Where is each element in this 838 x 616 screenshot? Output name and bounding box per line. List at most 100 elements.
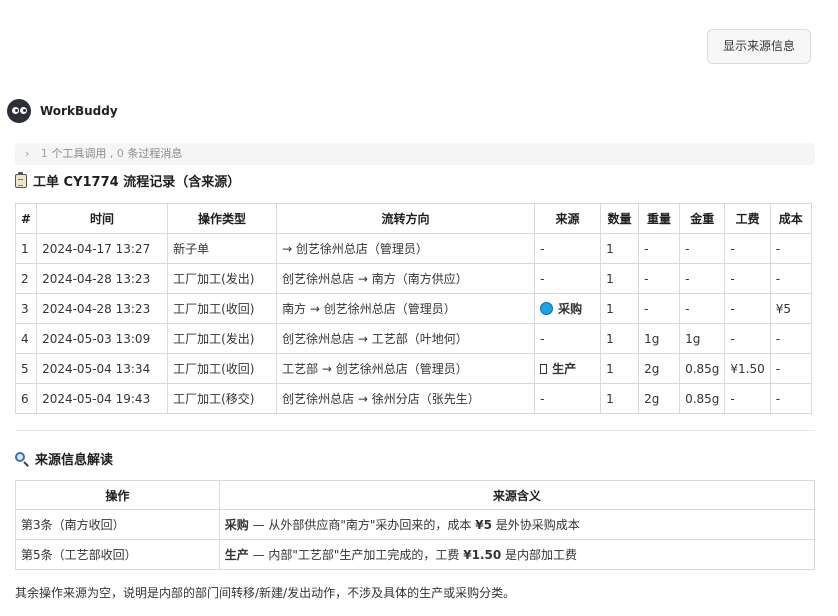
cell-time: 2024-04-28 13:23 (36, 263, 169, 294)
meaning-text-end: 是外协采购成本 (491, 518, 580, 532)
meaning-text: — 内部"工艺部"生产加工完成的，工费 (248, 548, 464, 562)
cell-direction: → 创艺徐州总店（管理员） (276, 233, 536, 264)
cell-time: 2024-05-04 19:43 (36, 383, 169, 414)
col-header-gold-weight: 金重 (679, 203, 726, 234)
cell-labor: - (724, 263, 771, 294)
cell-cost: - (769, 383, 812, 414)
cell-source: 采购 (534, 293, 602, 324)
cell-labor: - (724, 233, 771, 264)
section2-heading: 来源信息解读 (15, 449, 113, 468)
col-header-source: 来源 (534, 203, 602, 234)
table-row: 第3条（南方收回） 采购 — 从外部供应商"南方"采办回来的，成本 ¥5 是外协… (15, 509, 816, 540)
cell-weight: - (638, 263, 681, 294)
table-row: 5 2024-05-04 13:34 工厂加工(收回) 工艺部 → 创艺徐州总店… (14, 353, 812, 384)
col-header-direction: 流转方向 (276, 203, 536, 234)
cell-weight: - (638, 293, 681, 324)
cell-index: 6 (14, 383, 38, 414)
section2-title: 来源信息解读 (35, 453, 114, 468)
table-row: 1 2024-04-17 13:27 新子单 → 创艺徐州总店（管理员） - 1… (14, 233, 812, 264)
cell-index: 5 (14, 353, 38, 384)
cell-qty: 1 (600, 323, 640, 354)
table-header-row: # 时间 操作类型 流转方向 来源 数量 重量 金重 工费 成本 (14, 203, 812, 234)
footer-note: 其余操作来源为空，说明是内部的部门间转移/新建/发出动作，不涉及具体的生产或采购… (15, 586, 516, 600)
cell-direction: 工艺部 → 创艺徐州总店（管理员） (276, 353, 536, 384)
cell-cost: - (769, 323, 812, 354)
tool-count: 1 (40, 147, 48, 160)
col-header-index: # (14, 203, 38, 234)
cell-time: 2024-05-03 13:09 (36, 323, 169, 354)
col-header-op-type: 操作类型 (167, 203, 278, 234)
cell-qty: 1 (600, 383, 640, 414)
cell-cost: - (769, 263, 812, 294)
cell-gold-weight: - (679, 293, 726, 324)
col-header-weight: 重量 (638, 203, 681, 234)
cell-labor: - (724, 383, 771, 414)
table-row: 2 2024-04-28 13:23 工厂加工(发出) 创艺徐州总店 → 南方（… (14, 263, 812, 294)
chevron-right-icon: › (25, 147, 30, 160)
cell-time: 2024-05-04 13:34 (36, 353, 169, 384)
cell-qty: 1 (600, 293, 640, 324)
cell-weight: 2g (638, 383, 681, 414)
cell-gold-weight: - (679, 233, 726, 264)
cell-time: 2024-04-28 13:23 (36, 293, 169, 324)
cell-meaning: 生产 — 内部"工艺部"生产加工完成的，工费 ¥1.50 是内部加工费 (218, 539, 816, 570)
blue-circle-icon (540, 302, 554, 315)
col-header-time: 时间 (36, 203, 169, 234)
cell-op-type: 工厂加工(发出) (167, 323, 278, 354)
cell-index: 4 (14, 323, 38, 354)
col-header-meaning: 来源含义 (218, 480, 816, 510)
cell-direction: 南方 → 创艺徐州总店（管理员） (276, 293, 536, 324)
agent-header: WorkBuddy (7, 99, 118, 123)
cell-direction: 创艺徐州总店 → 工艺部（叶地何） (276, 323, 536, 354)
col-header-labor: 工费 (724, 203, 771, 234)
show-source-button[interactable]: 显示来源信息 (707, 29, 811, 64)
flow-record-table: # 时间 操作类型 流转方向 来源 数量 重量 金重 工费 成本 1 2024-… (14, 203, 812, 414)
cell-cost: - (769, 233, 812, 264)
cell-gold-weight: - (679, 263, 726, 294)
clipboard-icon (15, 171, 27, 188)
meaning-text: — 从外部供应商"南方"采办回来的，成本 (248, 518, 476, 532)
cell-op-type: 工厂加工(收回) (167, 293, 278, 324)
avatar (7, 99, 31, 123)
cell-time: 2024-04-17 13:27 (36, 233, 169, 264)
cell-index: 2 (14, 263, 38, 294)
cell-weight: - (638, 233, 681, 264)
cell-weight: 1g (638, 323, 681, 354)
cell-index: 3 (14, 293, 38, 324)
table-row: 第5条（工艺部收回） 生产 — 内部"工艺部"生产加工完成的，工费 ¥1.50 … (15, 539, 816, 570)
box-icon (540, 364, 548, 374)
table-row: 6 2024-05-04 19:43 工厂加工(移交) 创艺徐州总店 → 徐州分… (14, 383, 812, 414)
agent-name: WorkBuddy (40, 104, 118, 118)
cell-meaning: 采购 — 从外部供应商"南方"采办回来的，成本 ¥5 是外协采购成本 (218, 509, 816, 540)
col-header-qty: 数量 (600, 203, 640, 234)
col-header-cost: 成本 (769, 203, 812, 234)
cell-direction: 创艺徐州总店 → 南方（南方供应） (276, 263, 536, 294)
cell-weight: 2g (638, 353, 681, 384)
table-row: 4 2024-05-03 13:09 工厂加工(发出) 创艺徐州总店 → 工艺部… (14, 323, 812, 354)
cell-source: - (534, 263, 602, 294)
source-label: 生产 (552, 362, 577, 376)
section1-title: 工单 CY1774 流程记录（含来源） (33, 175, 241, 190)
cell-labor: - (724, 293, 771, 324)
cell-qty: 1 (600, 233, 640, 264)
table-header-row: 操作 来源含义 (15, 480, 816, 510)
cell-cost: ¥5 (769, 293, 812, 324)
magnifier-icon (15, 451, 29, 467)
source-explanation-table: 操作 来源含义 第3条（南方收回） 采购 — 从外部供应商"南方"采办回来的，成… (15, 480, 816, 570)
meaning-term: 采购 (224, 518, 249, 532)
cell-op-type: 工厂加工(移交) (167, 383, 278, 414)
cell-index: 1 (14, 233, 38, 264)
cell-operation: 第5条（工艺部收回） (15, 539, 220, 570)
message-count-label: 条过程消息 (127, 147, 183, 160)
cell-op-type: 工厂加工(收回) (167, 353, 278, 384)
cell-source: - (534, 233, 602, 264)
meaning-amount: ¥5 (475, 518, 492, 532)
cell-labor: - (724, 323, 771, 354)
cell-qty: 1 (600, 263, 640, 294)
message-count: 0 (116, 147, 124, 160)
cell-op-type: 新子单 (167, 233, 278, 264)
tool-summary-toggle[interactable]: › 1 个工具调用 , 0 条过程消息 (15, 143, 815, 165)
cell-op-type: 工厂加工(发出) (167, 263, 278, 294)
cell-cost: - (769, 353, 812, 384)
meaning-term: 生产 (224, 548, 249, 562)
